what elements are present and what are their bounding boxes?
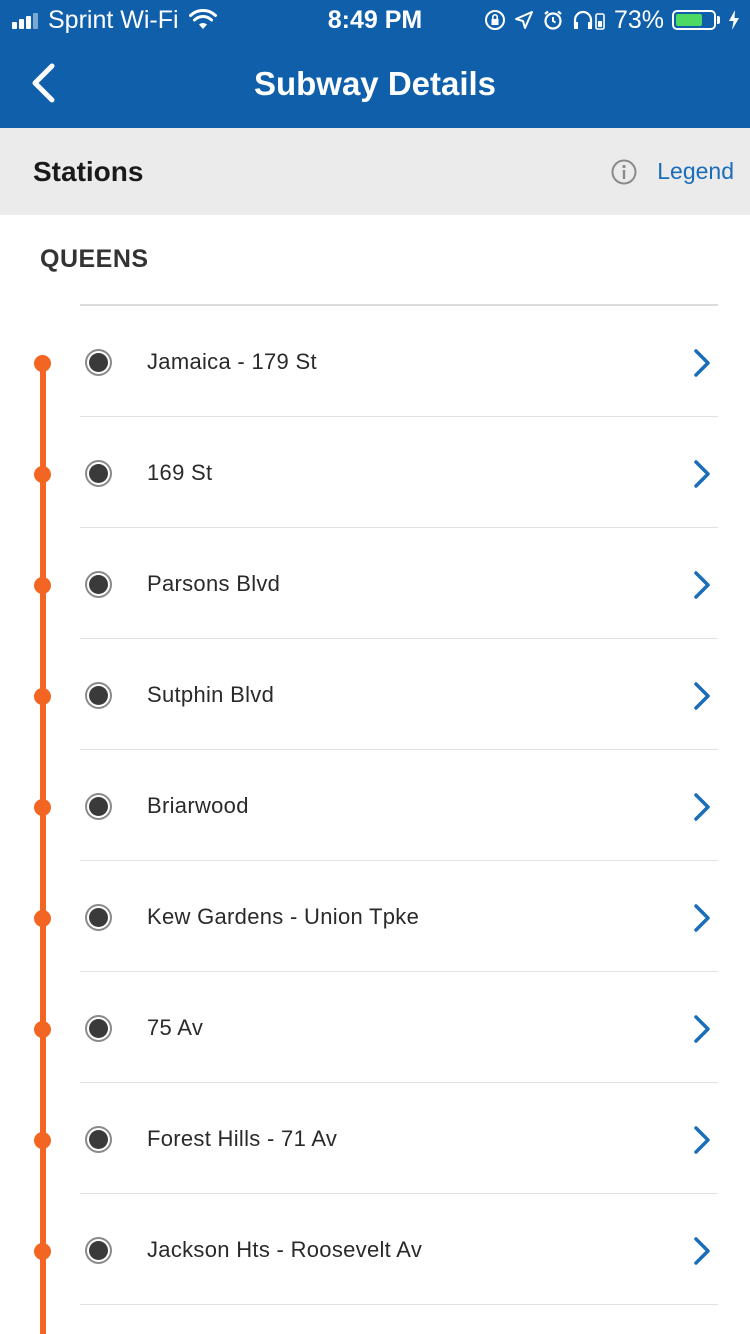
chevron-right-icon — [694, 1015, 710, 1043]
navigation-bar: Subway Details — [0, 40, 750, 128]
station-name: Briarwood — [147, 793, 249, 818]
route-stop-dot — [34, 799, 51, 816]
station-marker-icon — [85, 571, 112, 598]
row-divider — [80, 1304, 718, 1305]
station-marker-icon — [85, 904, 112, 931]
station-row[interactable]: Sutphin Blvd — [0, 639, 750, 750]
route-stop-dot — [34, 1132, 51, 1149]
station-row[interactable]: 169 St — [0, 417, 750, 528]
station-list: Jamaica - 179 St 169 St Parsons Blvd Sutphi… — [0, 306, 750, 1305]
back-button[interactable] — [22, 58, 72, 108]
signal-icon — [12, 11, 40, 29]
chevron-right-icon — [694, 1126, 710, 1154]
location-arrow-icon — [514, 11, 533, 29]
station-name: Jackson Hts - Roosevelt Av — [147, 1237, 423, 1262]
station-row[interactable]: Briarwood — [0, 750, 750, 861]
chevron-right-icon — [694, 904, 710, 932]
chevron-right-icon — [694, 1237, 710, 1265]
route-stop-dot — [34, 577, 51, 594]
wifi-icon — [188, 9, 217, 29]
back-chevron-icon — [32, 63, 55, 103]
page-title: Subway Details — [253, 65, 497, 102]
station-marker-icon — [85, 349, 112, 376]
route-stop-dot — [34, 1021, 51, 1038]
stations-header: Stations Legend — [0, 128, 750, 215]
station-row[interactable]: Parsons Blvd — [0, 528, 750, 639]
station-marker-icon — [85, 1237, 112, 1264]
headphones-icon — [573, 10, 605, 30]
station-name: Parsons Blvd — [147, 571, 281, 596]
station-name: 75 Av — [147, 1015, 204, 1040]
battery-icon — [672, 10, 720, 30]
station-marker-icon — [85, 1126, 112, 1153]
station-name: Forest Hills - 71 Av — [147, 1126, 338, 1151]
station-name: Kew Gardens - Union Tpke — [147, 904, 420, 929]
station-marker-icon — [85, 682, 112, 709]
station-row[interactable]: Forest Hills - 71 Av — [0, 1083, 750, 1194]
battery-percent: 73% — [613, 5, 664, 34]
station-row[interactable]: 75 Av — [0, 972, 750, 1083]
route-stop-dot — [34, 355, 51, 372]
legend-button[interactable]: Legend — [611, 128, 734, 215]
station-marker-icon — [85, 1015, 112, 1042]
carrier-label: Sprint Wi-Fi — [48, 5, 179, 34]
chevron-right-icon — [694, 571, 710, 599]
chevron-right-icon — [694, 682, 710, 710]
stations-title: Stations — [33, 156, 144, 187]
station-name: Sutphin Blvd — [147, 682, 275, 707]
chevron-right-icon — [694, 460, 710, 488]
route-stop-dot — [34, 1243, 51, 1260]
status-left: Sprint Wi-Fi — [12, 6, 217, 34]
station-row[interactable]: Kew Gardens - Union Tpke — [0, 861, 750, 972]
legend-label: Legend — [657, 158, 734, 184]
station-name: 169 St — [147, 460, 213, 485]
alarm-icon — [544, 10, 562, 30]
charging-bolt-icon — [729, 10, 739, 30]
route-stop-dot — [34, 910, 51, 927]
info-icon — [611, 159, 637, 184]
station-row[interactable]: Jamaica - 179 St — [0, 306, 750, 417]
station-marker-icon — [85, 460, 112, 487]
station-name: Jamaica - 179 St — [147, 349, 317, 374]
station-marker-icon — [85, 793, 112, 820]
route-stop-dot — [34, 688, 51, 705]
status-right: 73% — [484, 6, 740, 34]
battery-level-fill — [676, 14, 703, 26]
status-bar: Sprint Wi-Fi 8:49 PM 73% — [0, 0, 750, 40]
chevron-right-icon — [694, 793, 710, 821]
chevron-right-icon — [694, 349, 710, 377]
station-row[interactable]: Jackson Hts - Roosevelt Av — [0, 1194, 750, 1305]
route-stop-dot — [34, 466, 51, 483]
orientation-lock-icon — [484, 10, 505, 30]
borough-label: QUEENS — [40, 245, 149, 273]
